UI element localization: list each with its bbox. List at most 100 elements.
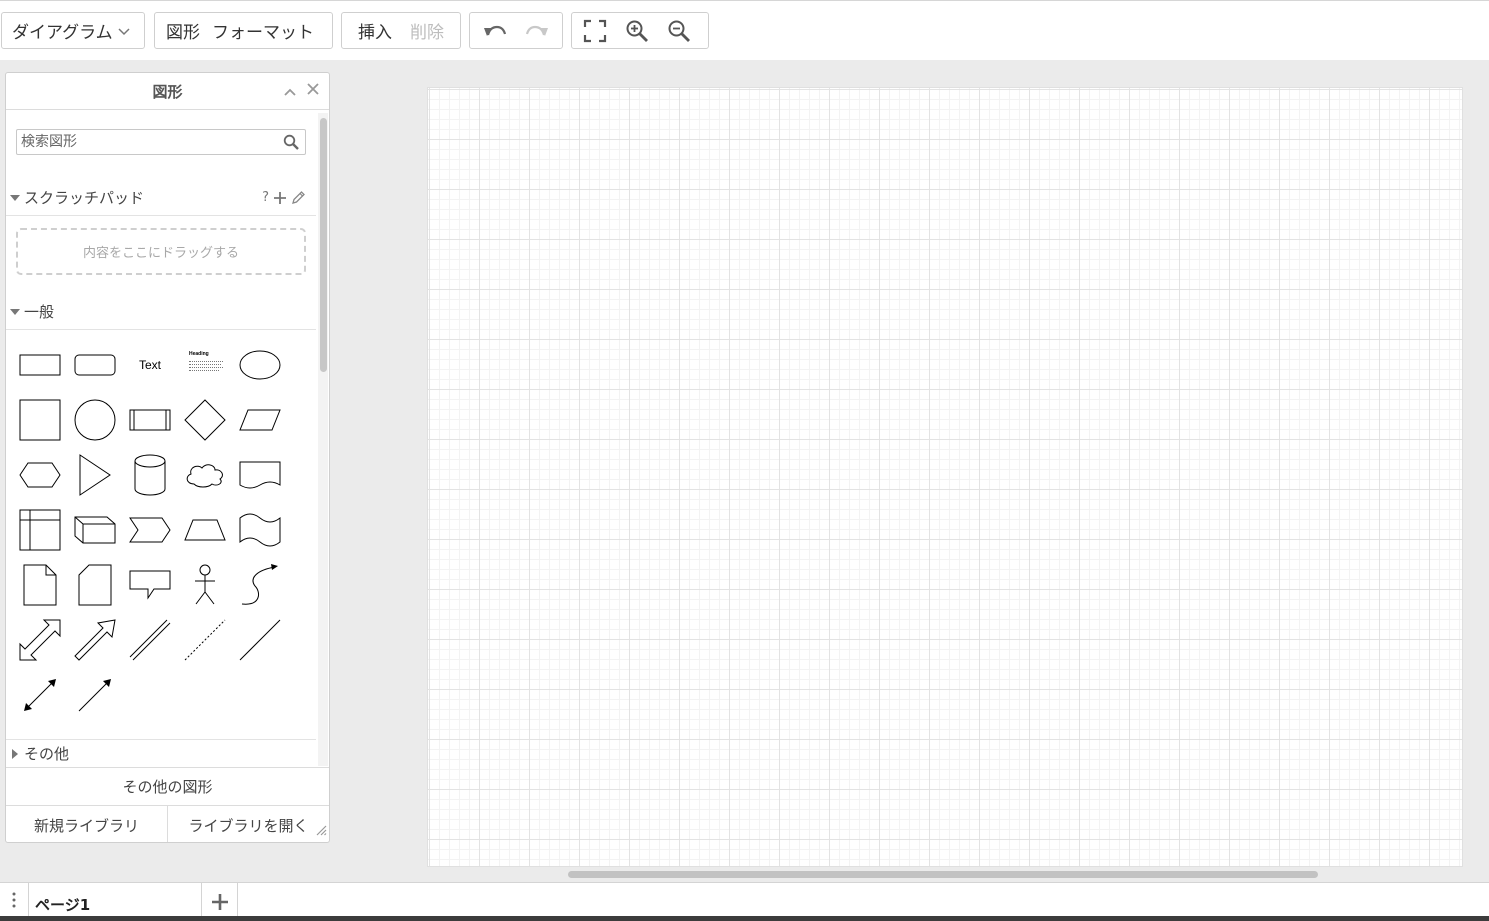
step-icon — [129, 517, 171, 543]
expanded-caret-icon — [10, 194, 20, 201]
scratchpad-dropzone[interactable]: 内容をここにドラッグする — [16, 228, 306, 275]
format-panel-button[interactable]: フォーマット — [206, 18, 318, 43]
double-line-shape[interactable] — [125, 615, 175, 665]
view-group — [571, 12, 709, 49]
fullscreen-icon — [583, 19, 607, 42]
actor-shape[interactable] — [180, 560, 230, 610]
insert-button[interactable]: 挿入 — [342, 18, 400, 43]
rectangle-shape[interactable] — [15, 340, 65, 390]
text-shape[interactable]: Text — [125, 340, 175, 390]
diagram-menu-group: ダイアグラム — [1, 12, 145, 49]
zoom-in-button[interactable] — [616, 13, 658, 48]
shape-panel-button[interactable]: 図形 — [155, 18, 206, 43]
parallelogram-icon — [239, 409, 281, 431]
internal-storage-shape[interactable] — [15, 505, 65, 555]
triangle-shape[interactable] — [70, 450, 120, 500]
cube-shape[interactable] — [70, 505, 120, 555]
dashed-line-shape[interactable] — [180, 615, 230, 665]
scratchpad-label: スクラッチパッド — [24, 189, 145, 207]
expanded-caret-icon — [10, 308, 20, 315]
zoom-out-button[interactable] — [658, 13, 700, 48]
note-icon — [23, 564, 57, 606]
shape-search-input[interactable] — [17, 130, 280, 154]
trapezoid-icon — [184, 519, 226, 541]
edit-pencil-icon[interactable] — [291, 190, 306, 205]
trapezoid-shape[interactable] — [180, 505, 230, 555]
general-section-header[interactable]: 一般 — [6, 294, 316, 330]
undo-button[interactable] — [474, 13, 516, 48]
document-icon — [239, 461, 281, 489]
hexagon-shape[interactable] — [15, 450, 65, 500]
line-shape[interactable] — [235, 615, 285, 665]
callout-icon — [129, 570, 171, 600]
directional-connector-shape[interactable] — [70, 670, 120, 720]
ellipse-shape[interactable] — [235, 340, 285, 390]
diamond-icon — [184, 399, 226, 441]
close-panel-button[interactable] — [306, 81, 320, 100]
internal-storage-icon — [19, 509, 61, 551]
undo-icon — [484, 25, 507, 36]
tape-icon — [239, 513, 281, 547]
diagram-menu-button[interactable]: ダイアグラム — [2, 18, 135, 43]
search-button[interactable] — [283, 134, 299, 154]
callout-shape[interactable] — [125, 560, 175, 610]
scratchpad-section-header[interactable]: スクラッチパッド ? — [6, 180, 316, 216]
card-shape[interactable] — [70, 560, 120, 610]
rounded-rectangle-icon — [74, 354, 116, 376]
bidirectional-block-arrow-shape[interactable] — [15, 615, 65, 665]
panel-resize-handle[interactable] — [315, 821, 327, 840]
open-library-button[interactable]: ライブラリを開く — [167, 806, 329, 842]
diamond-shape[interactable] — [180, 395, 230, 445]
square-icon — [19, 399, 61, 441]
more-shapes-button[interactable]: その他の図形 — [6, 767, 329, 805]
circle-shape[interactable] — [70, 395, 120, 445]
cylinder-icon — [134, 454, 166, 496]
cloud-shape[interactable] — [180, 450, 230, 500]
block-arrow-shape[interactable] — [70, 615, 120, 665]
scratchpad-help-button[interactable]: ? — [262, 190, 269, 205]
heading-textbox-shape[interactable]: Heading — [180, 340, 230, 390]
document-shape[interactable] — [235, 450, 285, 500]
shapes-panel-title: 図形 — [152, 83, 183, 101]
rectangle-icon — [19, 354, 61, 376]
tape-shape[interactable] — [235, 505, 285, 555]
other-section-header[interactable]: その他 — [6, 739, 316, 767]
process-shape[interactable] — [125, 395, 175, 445]
cylinder-shape[interactable] — [125, 450, 175, 500]
more-vertical-icon — [12, 892, 16, 908]
chevron-up-icon — [284, 88, 296, 96]
line-icon — [239, 619, 281, 661]
close-icon — [307, 83, 319, 95]
curve-icon — [241, 564, 278, 605]
rounded-rectangle-shape[interactable] — [70, 340, 120, 390]
edit-group: 挿入 削除 — [341, 12, 461, 49]
dashed-line-icon — [184, 619, 226, 661]
triangle-icon — [79, 454, 111, 496]
ellipse-icon — [239, 350, 281, 380]
curve-shape[interactable] — [235, 560, 285, 610]
collapse-panel-button[interactable] — [283, 82, 297, 101]
step-shape[interactable] — [125, 505, 175, 555]
parallelogram-shape[interactable] — [235, 395, 285, 445]
add-icon[interactable] — [273, 191, 287, 205]
double-arrow-icon — [19, 619, 61, 661]
fit-page-button[interactable] — [574, 13, 616, 48]
pages-menu-button[interactable] — [0, 883, 28, 917]
note-shape[interactable] — [15, 560, 65, 610]
square-shape[interactable] — [15, 395, 65, 445]
shapes-panel-header: 図形 — [6, 73, 329, 110]
diagram-canvas[interactable] — [427, 87, 1463, 867]
new-library-button[interactable]: 新規ライブラリ — [6, 806, 167, 842]
horizontal-scrollbar[interactable] — [568, 871, 1318, 878]
process-icon — [129, 409, 171, 431]
search-icon — [283, 134, 299, 150]
block-arrow-icon — [74, 619, 116, 661]
cloud-icon — [186, 464, 223, 488]
plus-icon — [211, 894, 228, 910]
bidirectional-connector-shape[interactable] — [15, 670, 65, 720]
delete-button[interactable]: 削除 — [400, 18, 450, 43]
window-bottom-edge — [0, 916, 1489, 921]
panel-scrollbar[interactable] — [320, 118, 327, 372]
card-icon — [78, 564, 112, 606]
redo-button[interactable] — [516, 13, 558, 48]
